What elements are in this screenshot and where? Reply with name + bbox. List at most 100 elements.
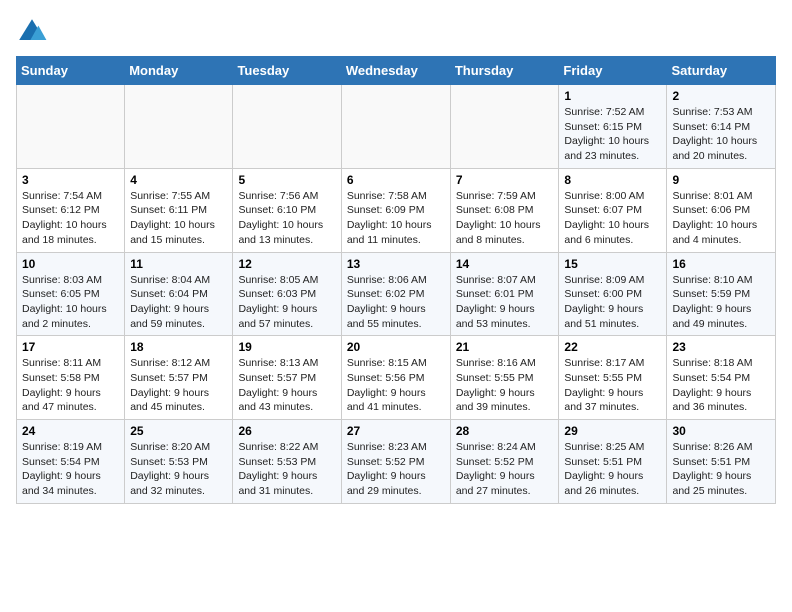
- day-info: Sunrise: 8:20 AM Sunset: 5:53 PM Dayligh…: [130, 440, 227, 499]
- calendar-day-cell: 26 Sunrise: 8:22 AM Sunset: 5:53 PM Dayli…: [233, 420, 341, 504]
- day-info: Sunrise: 8:16 AM Sunset: 5:55 PM Dayligh…: [456, 356, 554, 415]
- logo-icon: [16, 16, 48, 48]
- day-number: 17: [22, 340, 119, 354]
- day-number: 29: [564, 424, 661, 438]
- day-number: 12: [238, 257, 335, 271]
- day-info: Sunrise: 8:00 AM Sunset: 6:07 PM Dayligh…: [564, 189, 661, 248]
- day-info: Sunrise: 8:18 AM Sunset: 5:54 PM Dayligh…: [672, 356, 770, 415]
- day-info: Sunrise: 8:12 AM Sunset: 5:57 PM Dayligh…: [130, 356, 227, 415]
- calendar-day-cell: [17, 85, 125, 169]
- calendar-table: SundayMondayTuesdayWednesdayThursdayFrid…: [16, 56, 776, 504]
- weekday-header: Saturday: [667, 57, 776, 85]
- weekday-header: Monday: [125, 57, 233, 85]
- page-header: [16, 16, 776, 48]
- day-info: Sunrise: 8:25 AM Sunset: 5:51 PM Dayligh…: [564, 440, 661, 499]
- logo: [16, 16, 52, 48]
- calendar-day-cell: 4Sunrise: 7:55 AM Sunset: 6:11 PM Daylig…: [125, 168, 233, 252]
- calendar-day-cell: 17 Sunrise: 8:11 AM Sunset: 5:58 PM Dayli…: [17, 336, 125, 420]
- day-number: 15: [564, 257, 661, 271]
- calendar-day-cell: 10Sunrise: 8:03 AM Sunset: 6:05 PM Dayli…: [17, 252, 125, 336]
- calendar-day-cell: 24 Sunrise: 8:19 AM Sunset: 5:54 PM Dayli…: [17, 420, 125, 504]
- calendar-week-row: 1 Sunrise: 7:52 AM Sunset: 6:15 PM Daylig…: [17, 85, 776, 169]
- day-number: 7: [456, 173, 554, 187]
- calendar-week-row: 24 Sunrise: 8:19 AM Sunset: 5:54 PM Dayli…: [17, 420, 776, 504]
- calendar-day-cell: 2 Sunrise: 7:53 AM Sunset: 6:14 PM Daylig…: [667, 85, 776, 169]
- day-number: 21: [456, 340, 554, 354]
- calendar-day-cell: 14 Sunrise: 8:07 AM Sunset: 6:01 PM Dayli…: [450, 252, 559, 336]
- day-number: 22: [564, 340, 661, 354]
- calendar-day-cell: 28 Sunrise: 8:24 AM Sunset: 5:52 PM Dayli…: [450, 420, 559, 504]
- calendar-day-cell: 25 Sunrise: 8:20 AM Sunset: 5:53 PM Dayli…: [125, 420, 233, 504]
- day-info: Sunrise: 8:05 AM Sunset: 6:03 PM Dayligh…: [238, 273, 335, 332]
- day-info: Sunrise: 8:24 AM Sunset: 5:52 PM Dayligh…: [456, 440, 554, 499]
- day-number: 5: [238, 173, 335, 187]
- day-number: 6: [347, 173, 445, 187]
- day-info: Sunrise: 7:58 AM Sunset: 6:09 PM Dayligh…: [347, 189, 445, 248]
- calendar-week-row: 17 Sunrise: 8:11 AM Sunset: 5:58 PM Dayli…: [17, 336, 776, 420]
- calendar-day-cell: 9Sunrise: 8:01 AM Sunset: 6:06 PM Daylig…: [667, 168, 776, 252]
- day-number: 28: [456, 424, 554, 438]
- calendar-week-row: 10Sunrise: 8:03 AM Sunset: 6:05 PM Dayli…: [17, 252, 776, 336]
- day-info: Sunrise: 8:19 AM Sunset: 5:54 PM Dayligh…: [22, 440, 119, 499]
- day-info: Sunrise: 8:17 AM Sunset: 5:55 PM Dayligh…: [564, 356, 661, 415]
- day-info: Sunrise: 7:52 AM Sunset: 6:15 PM Dayligh…: [564, 105, 661, 164]
- calendar-day-cell: 16 Sunrise: 8:10 AM Sunset: 5:59 PM Dayli…: [667, 252, 776, 336]
- day-info: Sunrise: 8:11 AM Sunset: 5:58 PM Dayligh…: [22, 356, 119, 415]
- calendar-day-cell: [450, 85, 559, 169]
- day-number: 3: [22, 173, 119, 187]
- day-info: Sunrise: 8:15 AM Sunset: 5:56 PM Dayligh…: [347, 356, 445, 415]
- day-info: Sunrise: 8:13 AM Sunset: 5:57 PM Dayligh…: [238, 356, 335, 415]
- calendar-day-cell: 15 Sunrise: 8:09 AM Sunset: 6:00 PM Dayli…: [559, 252, 667, 336]
- calendar-day-cell: 27Sunrise: 8:23 AM Sunset: 5:52 PM Dayli…: [341, 420, 450, 504]
- day-info: Sunrise: 8:01 AM Sunset: 6:06 PM Dayligh…: [672, 189, 770, 248]
- day-number: 1: [564, 89, 661, 103]
- day-number: 2: [672, 89, 770, 103]
- day-number: 11: [130, 257, 227, 271]
- calendar-day-cell: [125, 85, 233, 169]
- weekday-header: Tuesday: [233, 57, 341, 85]
- day-number: 19: [238, 340, 335, 354]
- calendar-day-cell: 8 Sunrise: 8:00 AM Sunset: 6:07 PM Daylig…: [559, 168, 667, 252]
- day-number: 23: [672, 340, 770, 354]
- day-info: Sunrise: 7:53 AM Sunset: 6:14 PM Dayligh…: [672, 105, 770, 164]
- calendar-day-cell: 11 Sunrise: 8:04 AM Sunset: 6:04 PM Dayli…: [125, 252, 233, 336]
- day-number: 24: [22, 424, 119, 438]
- calendar-day-cell: 30Sunrise: 8:26 AM Sunset: 5:51 PM Dayli…: [667, 420, 776, 504]
- day-info: Sunrise: 8:23 AM Sunset: 5:52 PM Dayligh…: [347, 440, 445, 499]
- calendar-day-cell: 3Sunrise: 7:54 AM Sunset: 6:12 PM Daylig…: [17, 168, 125, 252]
- calendar-day-cell: 21 Sunrise: 8:16 AM Sunset: 5:55 PM Dayli…: [450, 336, 559, 420]
- weekday-header: Sunday: [17, 57, 125, 85]
- day-number: 25: [130, 424, 227, 438]
- day-info: Sunrise: 8:26 AM Sunset: 5:51 PM Dayligh…: [672, 440, 770, 499]
- weekday-header: Friday: [559, 57, 667, 85]
- day-number: 16: [672, 257, 770, 271]
- calendar-day-cell: 12 Sunrise: 8:05 AM Sunset: 6:03 PM Dayli…: [233, 252, 341, 336]
- day-number: 8: [564, 173, 661, 187]
- day-number: 14: [456, 257, 554, 271]
- weekday-header: Wednesday: [341, 57, 450, 85]
- calendar-header-row: SundayMondayTuesdayWednesdayThursdayFrid…: [17, 57, 776, 85]
- day-number: 18: [130, 340, 227, 354]
- day-info: Sunrise: 8:07 AM Sunset: 6:01 PM Dayligh…: [456, 273, 554, 332]
- calendar-day-cell: 13Sunrise: 8:06 AM Sunset: 6:02 PM Dayli…: [341, 252, 450, 336]
- day-info: Sunrise: 8:22 AM Sunset: 5:53 PM Dayligh…: [238, 440, 335, 499]
- day-number: 26: [238, 424, 335, 438]
- calendar-day-cell: 7 Sunrise: 7:59 AM Sunset: 6:08 PM Daylig…: [450, 168, 559, 252]
- calendar-day-cell: [341, 85, 450, 169]
- day-info: Sunrise: 7:56 AM Sunset: 6:10 PM Dayligh…: [238, 189, 335, 248]
- calendar-day-cell: 1 Sunrise: 7:52 AM Sunset: 6:15 PM Daylig…: [559, 85, 667, 169]
- day-info: Sunrise: 8:04 AM Sunset: 6:04 PM Dayligh…: [130, 273, 227, 332]
- day-info: Sunrise: 7:59 AM Sunset: 6:08 PM Dayligh…: [456, 189, 554, 248]
- calendar-day-cell: 5 Sunrise: 7:56 AM Sunset: 6:10 PM Daylig…: [233, 168, 341, 252]
- day-number: 10: [22, 257, 119, 271]
- day-number: 20: [347, 340, 445, 354]
- calendar-week-row: 3Sunrise: 7:54 AM Sunset: 6:12 PM Daylig…: [17, 168, 776, 252]
- day-number: 4: [130, 173, 227, 187]
- calendar-day-cell: 6 Sunrise: 7:58 AM Sunset: 6:09 PM Daylig…: [341, 168, 450, 252]
- day-number: 13: [347, 257, 445, 271]
- calendar-day-cell: 19 Sunrise: 8:13 AM Sunset: 5:57 PM Dayli…: [233, 336, 341, 420]
- calendar-day-cell: 22 Sunrise: 8:17 AM Sunset: 5:55 PM Dayli…: [559, 336, 667, 420]
- calendar-day-cell: 29 Sunrise: 8:25 AM Sunset: 5:51 PM Dayli…: [559, 420, 667, 504]
- day-info: Sunrise: 8:10 AM Sunset: 5:59 PM Dayligh…: [672, 273, 770, 332]
- day-info: Sunrise: 8:09 AM Sunset: 6:00 PM Dayligh…: [564, 273, 661, 332]
